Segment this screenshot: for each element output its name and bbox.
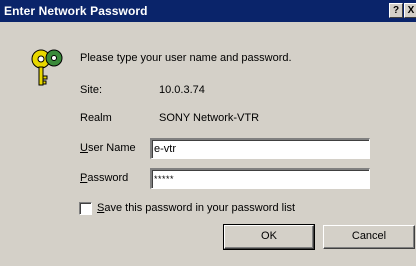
- password-field[interactable]: *****: [150, 168, 370, 189]
- password-label-text: assword: [87, 172, 129, 184]
- ok-button[interactable]: OK: [223, 224, 315, 250]
- site-value: 10.0.3.74: [159, 84, 205, 96]
- password-label: Password: [80, 172, 128, 184]
- save-password-checkbox[interactable]: [79, 202, 92, 215]
- cancel-button[interactable]: Cancel: [323, 225, 415, 249]
- realm-value: SONY Network-VTR: [159, 112, 260, 124]
- username-label-text: ser Name: [87, 142, 136, 154]
- save-password-label[interactable]: Save this password in your password list: [97, 202, 295, 214]
- prompt-text: Please type your user name and password.: [80, 52, 292, 64]
- close-button[interactable]: X: [404, 3, 416, 18]
- site-label: Site:: [80, 84, 103, 96]
- realm-label: Realm: [80, 112, 112, 124]
- username-accel: U: [80, 142, 88, 154]
- save-password-label-text: ave this password in your password list: [104, 202, 296, 214]
- username-label: User Name: [80, 142, 136, 154]
- title-bar[interactable]: Enter Network Password ? X: [0, 0, 416, 22]
- key-icon: [31, 49, 63, 86]
- username-field[interactable]: e-vtr: [150, 138, 370, 159]
- help-button[interactable]: ?: [389, 3, 403, 18]
- window-title: Enter Network Password: [4, 4, 148, 18]
